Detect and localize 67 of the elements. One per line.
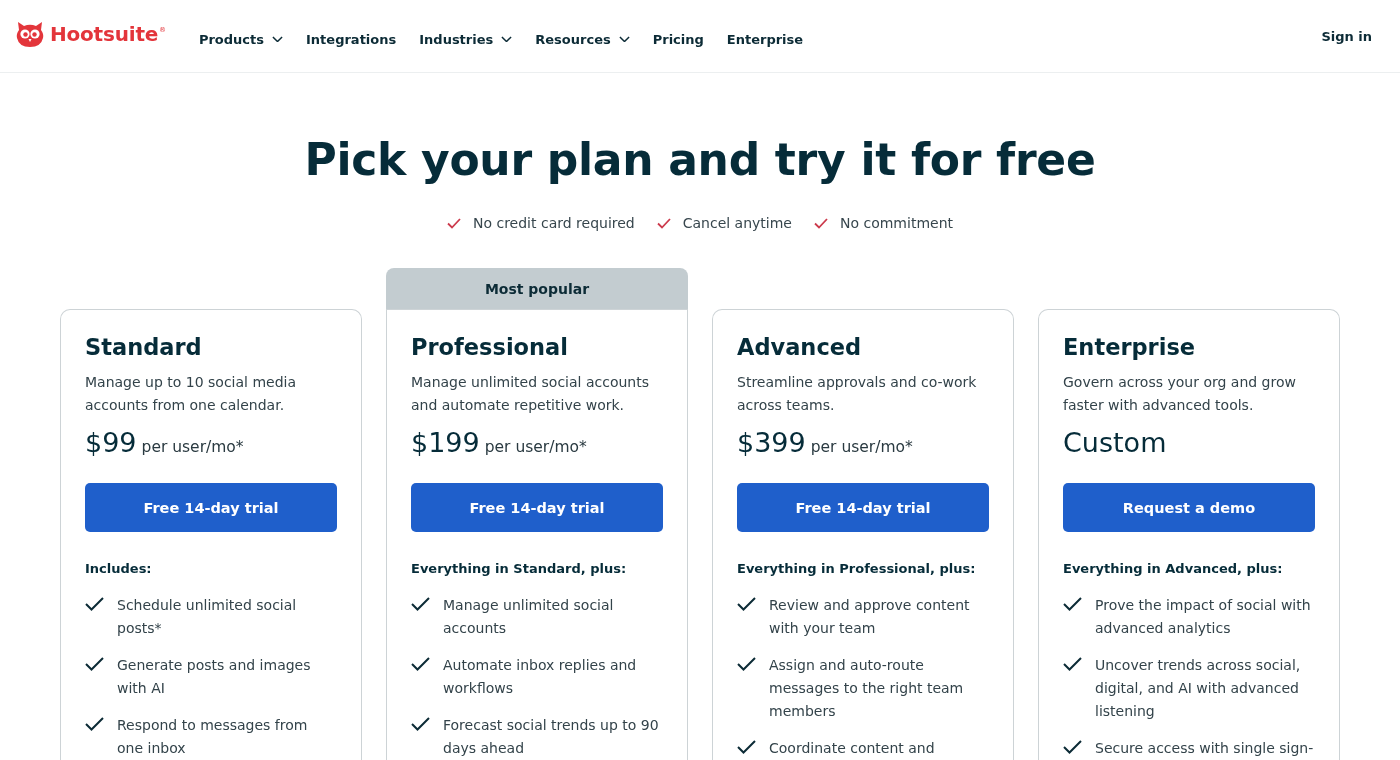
plan-description: Manage unlimited social accounts and automate repetitive work. bbox=[411, 373, 650, 415]
check-icon bbox=[85, 717, 104, 731]
feature-text: Schedule unlimited social posts* bbox=[117, 596, 298, 638]
price-unit: per user/mo* bbox=[141, 438, 244, 456]
plan-name: Advanced bbox=[737, 333, 862, 362]
check-icon bbox=[411, 657, 430, 671]
plan-cta-button[interactable]: Free 14-day trial bbox=[737, 483, 989, 532]
sign-in-link[interactable]: Sign in bbox=[1321, 28, 1372, 44]
plan-name: Professional bbox=[411, 333, 568, 362]
perk-text: No credit card required bbox=[473, 214, 635, 233]
feature-text: Secure access with single sign- bbox=[1095, 739, 1314, 758]
check-icon bbox=[411, 597, 430, 611]
page-title: Pick your plan and try it for free bbox=[303, 133, 1097, 187]
nav-link[interactable]: Enterprise bbox=[726, 31, 804, 47]
check-icon bbox=[737, 657, 756, 671]
check-icon bbox=[1063, 740, 1082, 754]
nav-link[interactable]: Integrations bbox=[306, 31, 397, 47]
plan-price: Custom bbox=[1063, 426, 1167, 460]
check-icon bbox=[737, 597, 756, 611]
check-icon bbox=[1063, 597, 1082, 611]
plan-price: $199 bbox=[411, 426, 480, 460]
features-heading: Everything in Professional, plus: bbox=[737, 560, 976, 578]
feature-text: Prove the impact of social with advanced analytics bbox=[1095, 596, 1312, 638]
check-icon bbox=[814, 217, 828, 229]
check-icon bbox=[1063, 657, 1082, 671]
feature-text: Uncover trends across social, digital, and AI with advanced listening bbox=[1095, 656, 1302, 721]
features-heading: Includes: bbox=[85, 560, 152, 578]
plan-cta-button[interactable]: Request a demo bbox=[1063, 483, 1315, 532]
plan-description: Manage up to 10 social media accounts from one calendar. bbox=[85, 373, 297, 415]
plan-price: $399 bbox=[737, 426, 806, 460]
check-icon bbox=[656, 217, 671, 229]
nav-link[interactable]: Industries bbox=[419, 31, 513, 47]
plan-name: Standard bbox=[85, 333, 202, 362]
plan-cta-button[interactable]: Free 14-day trial bbox=[411, 483, 663, 532]
plan-name: Enterprise bbox=[1063, 333, 1196, 362]
owl-logo-icon[interactable] bbox=[15, 20, 45, 48]
plan-cta-button[interactable]: Free 14-day trial bbox=[85, 483, 337, 532]
check-icon bbox=[447, 217, 461, 229]
feature-text: Automate inbox replies and workflows bbox=[443, 656, 638, 698]
features-heading: Everything in Standard, plus: bbox=[411, 560, 627, 578]
nav-link[interactable]: Resources bbox=[535, 31, 630, 47]
feature-text: Review and approve content with your team bbox=[769, 596, 971, 638]
feature-text: Respond to messages from one inbox bbox=[117, 716, 309, 758]
nav-link[interactable]: Pricing bbox=[652, 31, 704, 47]
plan-description: Streamline approvals and co-work across teams. bbox=[737, 373, 978, 415]
feature-text: Coordinate content and bbox=[769, 739, 936, 758]
check-icon bbox=[85, 597, 104, 611]
check-icon bbox=[85, 657, 104, 671]
plan-description: Govern across your org and grow faster with advanced tools. bbox=[1063, 373, 1297, 415]
perk-text: No commitment bbox=[840, 214, 953, 233]
nav-link[interactable]: Products bbox=[198, 31, 283, 47]
chevron-down-icon bbox=[272, 35, 283, 43]
perk-text: Cancel anytime bbox=[682, 214, 792, 233]
brand-name[interactable]: Hootsuite$^{®}$ bbox=[50, 22, 166, 46]
chevron-down-icon bbox=[618, 35, 630, 43]
price-unit: per user/mo* bbox=[810, 438, 913, 456]
feature-text: Generate posts and images with AI bbox=[117, 656, 312, 698]
feature-text: Assign and auto-route messages to the right team members bbox=[769, 656, 965, 721]
check-icon bbox=[737, 740, 756, 754]
plan-price: $99 bbox=[85, 426, 137, 460]
features-heading: Everything in Advanced, plus: bbox=[1063, 560, 1283, 578]
feature-text: Forecast social trends up to 90 days ahead bbox=[443, 716, 660, 758]
popular-badge: Most popular bbox=[386, 268, 688, 309]
feature-text: Manage unlimited social accounts bbox=[443, 596, 615, 638]
check-icon bbox=[411, 717, 430, 731]
price-unit: per user/mo* bbox=[484, 438, 587, 456]
chevron-down-icon bbox=[501, 35, 513, 43]
